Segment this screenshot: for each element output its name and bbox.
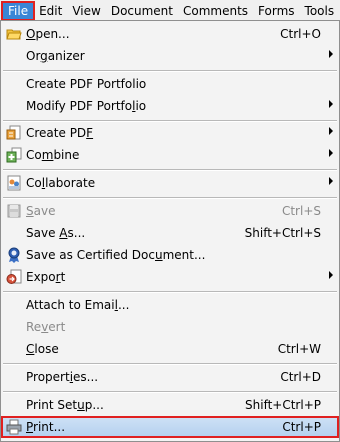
submenu-arrow-icon — [329, 177, 333, 185]
collaborate-icon — [6, 175, 22, 191]
menu-view[interactable]: View — [67, 2, 105, 20]
shortcut-save: Ctrl+S — [281, 204, 321, 218]
menu-item-modify-pdf-portfolio[interactable]: Modify PDF Portfolio — [1, 95, 339, 117]
menu-item-create-pdf-portfolio[interactable]: Create PDF Portfolio — [1, 73, 339, 95]
menu-separator — [3, 363, 337, 365]
save-icon — [6, 203, 22, 219]
menu-item-save[interactable]: Save Ctrl+S — [1, 200, 339, 222]
submenu-arrow-icon — [329, 50, 333, 58]
submenu-arrow-icon — [329, 149, 333, 157]
shortcut-save-as: Shift+Ctrl+S — [244, 226, 321, 240]
menu-item-save-as[interactable]: Save As... Shift+Ctrl+S — [1, 222, 339, 244]
menu-item-create-pdf[interactable]: Create PDF — [1, 122, 339, 144]
menu-item-save-as-certified[interactable]: Save as Certified Document... — [1, 244, 339, 266]
printer-icon — [6, 419, 22, 435]
file-menu-dropdown: Open... Ctrl+O Organizer Create PDF Port… — [0, 20, 340, 442]
menu-item-attach-to-email[interactable]: Attach to Email... — [1, 294, 339, 316]
menu-separator — [3, 197, 337, 199]
submenu-arrow-icon — [329, 100, 333, 108]
menu-document[interactable]: Document — [106, 2, 178, 20]
certified-ribbon-icon — [6, 247, 22, 263]
create-pdf-icon — [6, 125, 22, 141]
combine-icon — [6, 147, 22, 163]
menu-tools[interactable]: Tools — [300, 2, 340, 20]
menu-separator — [3, 291, 337, 293]
menu-item-revert[interactable]: Revert — [1, 316, 339, 338]
menu-file[interactable]: File — [0, 0, 36, 21]
menu-item-print[interactable]: Print... Ctrl+P — [1, 416, 339, 438]
menu-item-open[interactable]: Open... Ctrl+O — [1, 23, 339, 45]
shortcut-close: Ctrl+W — [277, 342, 321, 356]
menu-comments[interactable]: Comments — [178, 2, 253, 20]
export-icon — [6, 269, 22, 285]
menu-item-print-setup[interactable]: Print Setup... Shift+Ctrl+P — [1, 394, 339, 416]
menu-bar: File Edit View Document Comments Forms T… — [0, 0, 340, 21]
menu-forms[interactable]: Forms — [253, 2, 299, 20]
menu-item-combine[interactable]: Combine — [1, 144, 339, 166]
submenu-arrow-icon — [329, 271, 333, 279]
menu-separator — [3, 169, 337, 171]
menu-item-export[interactable]: Export — [1, 266, 339, 288]
menu-separator — [3, 391, 337, 393]
submenu-arrow-icon — [329, 127, 333, 135]
menu-separator — [3, 70, 337, 72]
shortcut-properties: Ctrl+D — [280, 370, 321, 384]
shortcut-print: Ctrl+P — [282, 420, 321, 434]
menu-item-properties[interactable]: Properties... Ctrl+D — [1, 366, 339, 388]
menu-item-close[interactable]: Close Ctrl+W — [1, 338, 339, 360]
folder-open-icon — [6, 26, 22, 42]
menu-item-collaborate[interactable]: Collaborate — [1, 172, 339, 194]
menu-edit[interactable]: Edit — [34, 2, 67, 20]
menu-item-organizer[interactable]: Organizer — [1, 45, 339, 67]
shortcut-open: Ctrl+O — [280, 27, 321, 41]
shortcut-print-setup: Shift+Ctrl+P — [245, 398, 321, 412]
